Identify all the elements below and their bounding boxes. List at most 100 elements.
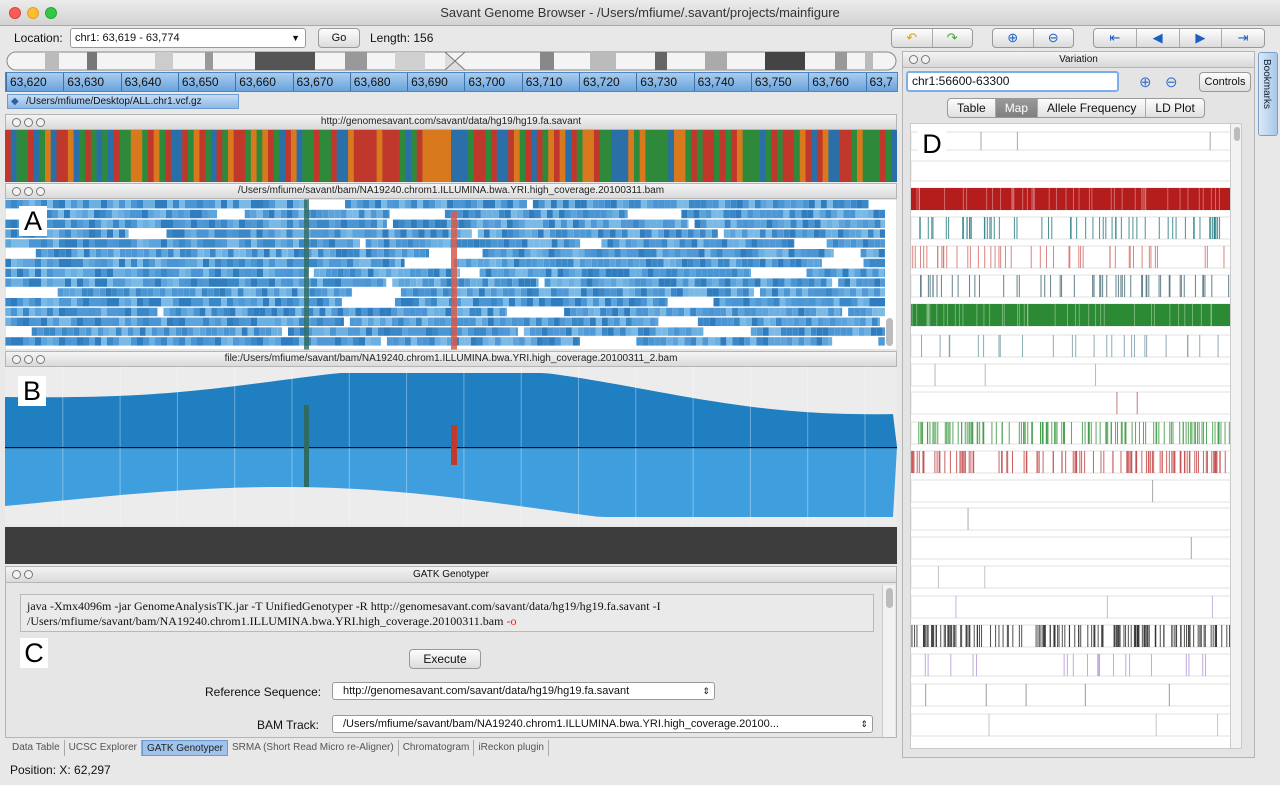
zoom-out-icon[interactable]: ⊖ — [1034, 29, 1074, 47]
read-segment — [828, 337, 833, 346]
read-segment — [439, 317, 446, 326]
read-segment — [125, 337, 131, 346]
zoom-out-icon[interactable]: ⊖ — [1165, 73, 1178, 91]
read-segment — [81, 209, 88, 219]
map-variant-tick — [1159, 625, 1161, 647]
read-segment — [347, 219, 353, 228]
track-window-buttons[interactable] — [12, 118, 45, 127]
read-segment — [367, 307, 374, 317]
read-segment — [794, 249, 801, 258]
variation-tab[interactable]: Table — [948, 99, 996, 117]
read-segment — [95, 337, 101, 346]
read-segment — [233, 337, 239, 346]
map-variant-tick — [1006, 451, 1008, 473]
close-window-button[interactable] — [9, 7, 21, 19]
bam-track-select[interactable]: /Users/mfiume/savant/bam/NA19240.chrom1.… — [332, 715, 873, 733]
minimize-window-button[interactable] — [27, 7, 39, 19]
map-variant-tick — [1138, 625, 1140, 647]
map-variant-tick — [1121, 275, 1123, 297]
skip-end-icon[interactable]: ⇥ — [1222, 29, 1264, 47]
arrow-left-icon[interactable]: ◀ — [1137, 29, 1180, 47]
zoom-in-icon[interactable]: ⊕ — [1139, 73, 1152, 91]
read-segment — [363, 200, 370, 209]
read-segment — [361, 317, 368, 326]
read-segment — [187, 327, 194, 336]
undo-arrow-icon[interactable]: ↶ — [892, 29, 933, 47]
reads-scroll-thumb[interactable] — [886, 318, 893, 346]
read-segment — [436, 288, 443, 297]
read-segment — [532, 200, 539, 209]
read-segment — [397, 268, 404, 277]
read-segment — [436, 229, 443, 238]
plugin-tab[interactable]: SRMA (Short Read Micro re-Aligner) — [228, 740, 399, 756]
panel-window-buttons[interactable] — [12, 570, 33, 579]
go-button[interactable]: Go — [318, 28, 360, 48]
variation-tab[interactable]: LD Plot — [1146, 99, 1203, 117]
read-segment — [341, 317, 344, 326]
gatk-scrollbar[interactable] — [882, 585, 895, 737]
map-variant-tick — [1110, 188, 1112, 210]
read-segment — [211, 307, 218, 317]
bookmarks-tab[interactable]: Bookmarks — [1258, 52, 1278, 136]
read-segment — [545, 268, 552, 277]
sequence-base — [136, 130, 143, 182]
coverage-gridline — [749, 367, 751, 525]
variant-column — [304, 199, 309, 350]
map-variant-tick — [1111, 335, 1113, 357]
vcf-file-tab[interactable]: ◆ /Users/mfiume/Desktop/ALL.chr1.vcf.gz — [7, 94, 239, 109]
sequence-base — [107, 130, 115, 182]
read-segment — [65, 268, 71, 277]
execute-button[interactable]: Execute — [409, 649, 481, 669]
plugin-tab[interactable]: GATK Genotyper — [142, 740, 228, 756]
track-window-buttons[interactable] — [12, 355, 45, 364]
read-segment — [179, 317, 185, 326]
read-segment — [859, 317, 866, 326]
read-segment — [816, 327, 823, 336]
variation-range-input[interactable]: chr1:56600-63300 — [906, 71, 1119, 92]
plugin-tab[interactable]: UCSC Explorer — [65, 740, 142, 756]
read-segment — [334, 229, 341, 238]
read-segment — [119, 249, 126, 258]
variation-map-view[interactable] — [910, 123, 1242, 749]
reads-alignment-track[interactable] — [5, 199, 897, 350]
plugin-tab[interactable]: iReckon plugin — [474, 740, 549, 756]
map-variant-tick — [993, 217, 995, 239]
read-segment — [541, 327, 548, 336]
plugin-tab[interactable]: Data Table — [8, 740, 65, 756]
reference-sequence-select[interactable]: http://genomesavant.com/savant/data/hg19… — [332, 682, 715, 700]
zoom-in-icon[interactable]: ⊕ — [993, 29, 1034, 47]
location-combobox[interactable]: chr1: 63,619 - 63,774 ▼ — [70, 28, 306, 48]
scroll-thumb[interactable] — [1234, 127, 1240, 141]
command-line-box[interactable]: java -Xmx4096m -jar GenomeAnalysisTK.jar… — [20, 594, 874, 632]
sequence-base — [748, 130, 755, 182]
map-scrollbar[interactable] — [1230, 124, 1241, 748]
variation-tab[interactable]: Allele Frequency — [1038, 99, 1147, 117]
scroll-thumb[interactable] — [886, 588, 893, 608]
read-segment — [796, 219, 803, 228]
skip-start-icon[interactable]: ⇤ — [1094, 29, 1137, 47]
redo-arrow-icon[interactable]: ↷ — [933, 29, 973, 47]
panel-window-buttons[interactable] — [909, 55, 930, 64]
sequence-base — [479, 130, 486, 182]
map-variant-tick — [935, 625, 937, 647]
coverage-track[interactable] — [5, 367, 897, 525]
sequence-track[interactable] — [5, 130, 897, 182]
controls-button[interactable]: Controls — [1199, 72, 1251, 92]
read-segment — [251, 298, 257, 307]
read-segment — [792, 307, 799, 317]
position-ruler[interactable]: 63,620 63,630 63,640 63,650 63,660 63,670 63,6… — [5, 72, 898, 92]
read-segment — [687, 209, 694, 219]
read-segment — [874, 278, 881, 287]
read-segment — [844, 200, 851, 209]
chromosome-ideogram[interactable] — [5, 51, 898, 71]
arrow-right-icon[interactable]: ▶ — [1180, 29, 1223, 47]
ruler-tick-label: 63,740 — [693, 73, 734, 91]
sequence-base — [891, 130, 897, 182]
zoom-window-button[interactable] — [45, 7, 57, 19]
track-window-buttons[interactable] — [12, 187, 45, 196]
read-segment — [468, 209, 475, 219]
plugin-tab[interactable]: Chromatogram — [399, 740, 475, 756]
read-segment — [814, 200, 821, 209]
variation-tab[interactable]: Map — [995, 99, 1039, 117]
read-segment — [445, 268, 452, 277]
